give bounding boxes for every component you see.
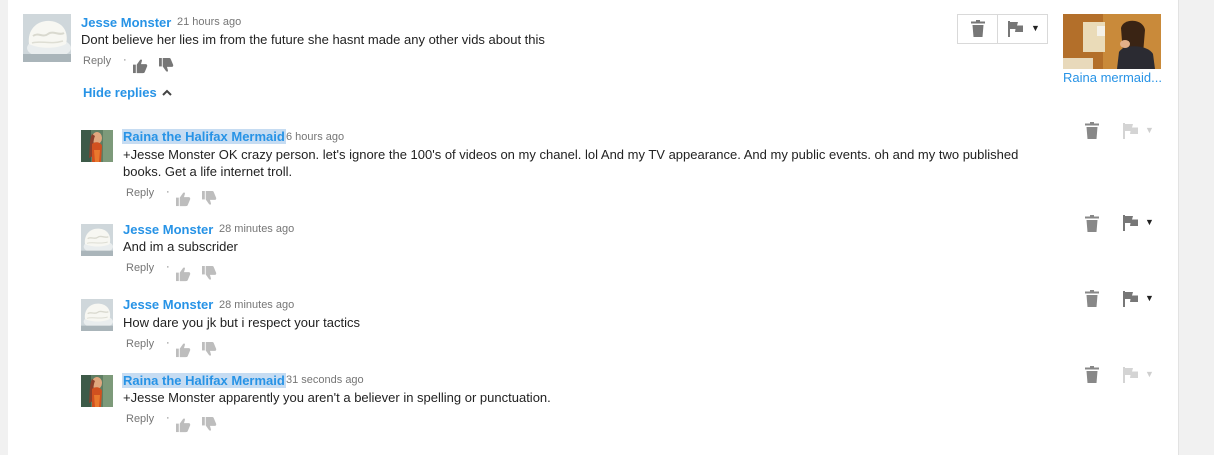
comment-author[interactable]: Jesse Monster <box>123 222 213 237</box>
top-comment: Jesse Monster 21 hours ago Dont believe … <box>8 0 1178 85</box>
video-title-link[interactable]: Raina mermaid... <box>1063 70 1162 85</box>
mermaid-avatar-image <box>81 375 113 407</box>
caret-down-icon: ▼ <box>1145 293 1154 303</box>
reply-button[interactable]: Reply <box>126 262 154 274</box>
avatar[interactable] <box>81 375 113 407</box>
trash-icon[interactable] <box>971 20 985 38</box>
comment-text: +Jesse Monster apparently you aren't a b… <box>123 390 551 405</box>
trash-icon[interactable] <box>1085 366 1099 384</box>
separator-dot: · <box>166 261 170 273</box>
reply-comment: Raina the Halifax Mermaid 31 seconds ago… <box>8 366 1178 446</box>
comment-text: +Jesse Monster OK crazy person. let's ig… <box>123 147 1019 179</box>
thumbs-up-icon[interactable] <box>176 267 191 282</box>
separator-dot: · <box>166 186 170 198</box>
avatar[interactable] <box>81 224 113 256</box>
comment-author[interactable]: Raina the Halifax Mermaid <box>122 373 286 388</box>
avatar[interactable] <box>23 14 71 62</box>
comment-time[interactable]: 6 hours ago <box>286 131 344 143</box>
avatar[interactable] <box>81 130 113 162</box>
reply-comment: Jesse Monster 28 minutes ago And im a su… <box>8 215 1178 285</box>
trash-icon[interactable] <box>1085 290 1099 308</box>
comment-time[interactable]: 28 minutes ago <box>219 299 294 311</box>
comment-author[interactable]: Jesse Monster <box>81 15 171 30</box>
avatar[interactable] <box>81 299 113 331</box>
caret-down-icon: ▼ <box>1145 369 1154 379</box>
comment-actions: Reply · <box>126 186 246 207</box>
flag-menu-button[interactable]: ▼ <box>1123 291 1161 307</box>
divider <box>997 15 998 43</box>
comment-actions: Reply · <box>126 337 246 358</box>
separator-dot: · <box>166 337 170 349</box>
thumbs-down-icon[interactable] <box>202 266 217 281</box>
hide-replies-button[interactable]: Hide replies <box>83 84 172 100</box>
separator-dot: · <box>123 54 127 66</box>
mermaid-avatar-image <box>81 130 113 162</box>
ice-cream-avatar-image <box>81 299 113 331</box>
thumbs-down-icon[interactable] <box>202 417 217 432</box>
flag-menu-button[interactable]: ▼ <box>1008 21 1044 37</box>
thumbs-up-icon[interactable] <box>133 59 148 74</box>
caret-down-icon: ▼ <box>1031 23 1040 33</box>
comment-text: Dont believe her lies im from the future… <box>81 32 545 47</box>
flag-icon <box>1123 291 1138 307</box>
chevron-up-icon <box>161 84 172 99</box>
trash-icon[interactable] <box>1085 122 1099 140</box>
reply-button[interactable]: Reply <box>126 338 154 350</box>
comment-actions: Reply · <box>126 261 246 282</box>
moderation-button-group: ▼ <box>957 14 1048 44</box>
comment-text: And im a subscrider <box>123 239 238 254</box>
thumbs-up-icon[interactable] <box>176 192 191 207</box>
thumbs-down-icon[interactable] <box>202 191 217 206</box>
comment-author[interactable]: Jesse Monster <box>123 297 213 312</box>
hide-replies-label: Hide replies <box>83 85 157 100</box>
separator-dot: · <box>166 412 170 424</box>
caret-down-icon: ▼ <box>1145 217 1154 227</box>
flag-menu-button[interactable]: ▼ <box>1123 123 1161 139</box>
thumbs-down-icon[interactable] <box>202 342 217 357</box>
comment-time[interactable]: 31 seconds ago <box>286 374 364 386</box>
ice-cream-avatar-image <box>81 224 113 256</box>
flag-icon <box>1008 21 1023 37</box>
flag-menu-button[interactable]: ▼ <box>1123 215 1161 231</box>
thumbs-up-icon[interactable] <box>176 343 191 358</box>
flag-icon <box>1123 215 1138 231</box>
comment-actions: Reply · <box>83 54 203 74</box>
thumbs-up-icon[interactable] <box>176 418 191 433</box>
reply-button[interactable]: Reply <box>126 413 154 425</box>
caret-down-icon: ▼ <box>1145 125 1154 135</box>
reply-button[interactable]: Reply <box>83 55 111 67</box>
thumbs-down-icon[interactable] <box>159 58 174 73</box>
video-thumbnail[interactable] <box>1063 14 1161 69</box>
video-thumbnail-image <box>1063 14 1161 69</box>
flag-icon <box>1123 123 1138 139</box>
flag-icon <box>1123 367 1138 383</box>
comment-author[interactable]: Raina the Halifax Mermaid <box>122 129 286 144</box>
flag-menu-button[interactable]: ▼ <box>1123 367 1161 383</box>
reply-comment: Raina the Halifax Mermaid 6 hours ago +J… <box>8 120 1178 210</box>
comment-actions: Reply · <box>126 412 246 433</box>
comment-time[interactable]: 21 hours ago <box>177 16 241 28</box>
reply-comment: Jesse Monster 28 minutes ago How dare yo… <box>8 290 1178 360</box>
ice-cream-avatar-image <box>23 14 71 62</box>
comments-panel: Jesse Monster 21 hours ago Dont believe … <box>8 0 1179 455</box>
reply-button[interactable]: Reply <box>126 187 154 199</box>
comment-time[interactable]: 28 minutes ago <box>219 223 294 235</box>
comment-text: How dare you jk but i respect your tacti… <box>123 315 360 330</box>
trash-icon[interactable] <box>1085 215 1099 233</box>
